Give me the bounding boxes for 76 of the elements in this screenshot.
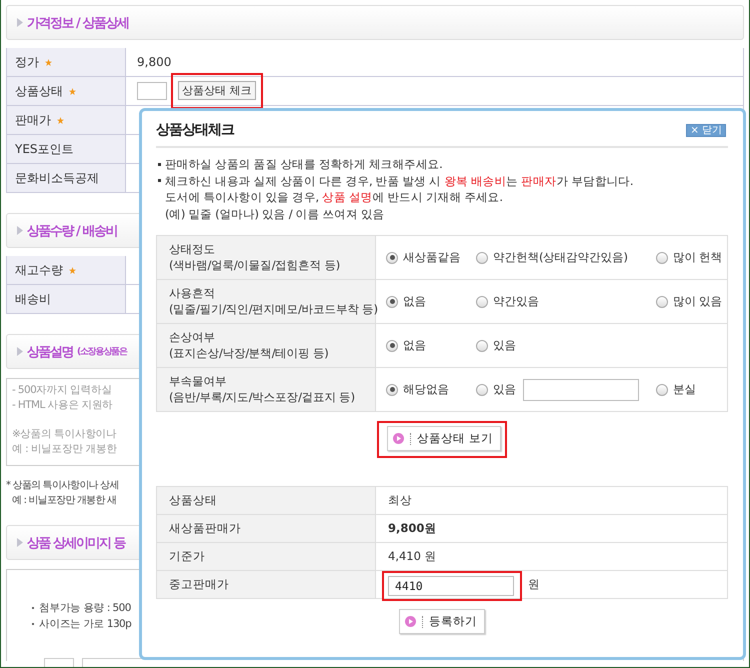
guide-text: 사이즈는 가로 130p — [39, 617, 132, 632]
hint-text: - HTML 사용은 지원하 — [12, 398, 113, 413]
triangle-icon — [17, 347, 23, 356]
radio-label: 약간헌책(상태감약간있음) — [493, 250, 628, 265]
register-button[interactable]: 등록하기 — [399, 609, 485, 634]
summary-label-cell: 기준가 — [157, 543, 376, 570]
radio-button[interactable] — [476, 296, 488, 308]
summary-label-cell: 상품상태 — [157, 487, 376, 514]
triangle-icon — [17, 18, 23, 27]
field-value: 9,800 — [137, 55, 172, 69]
radio-label: 많이 헌책 — [673, 250, 722, 265]
summary-value: 4,410 원 — [388, 549, 437, 564]
section-title: 상품설명 — [27, 344, 73, 360]
section-title: 가격정보 / 상품상세 — [27, 14, 128, 32]
play-icon — [393, 433, 404, 444]
summary-label-cell: 중고판매가 — [157, 571, 376, 598]
radio-button[interactable] — [386, 252, 398, 264]
note-text: * 상품의 특이사항이나 상세 — [6, 479, 119, 493]
field-label: 문화비소득공제 — [15, 170, 99, 186]
radio-label: 새상품같음 — [403, 250, 460, 265]
condition-label: 부속물여부 — [169, 373, 228, 389]
view-state-button[interactable]: 상품상태 보기 — [387, 426, 501, 451]
radio-button[interactable] — [386, 296, 398, 308]
condition-label: 상태정도 — [169, 241, 216, 257]
radio-button[interactable] — [386, 340, 398, 352]
summary-value: 최상 — [388, 493, 412, 508]
note-text: 예 : 비닐포장만 개봉한 새 — [11, 494, 116, 508]
input-field[interactable] — [523, 378, 639, 400]
field-label: YES포인트 — [15, 140, 74, 158]
guide-text: 첨부가능 용량 : 500 — [39, 601, 131, 616]
play-icon — [405, 616, 416, 627]
notice-text: 판매하실 상품의 품질 상태를 정확하게 체크해주세요. — [165, 156, 443, 172]
notice-text: 체크하신 내용과 실제 상품이 다른 경우, 반품 발생 시 왕복 배송비는 판매자가 부담합니다. — [165, 172, 634, 189]
radio-label: 분실 — [673, 382, 696, 397]
field-label: 배송비 — [15, 290, 51, 308]
hint-text: 예 : 비닐포장만 개봉한 — [12, 442, 117, 457]
field-label: 재고수량 — [15, 262, 63, 278]
radio-button[interactable] — [476, 384, 488, 396]
unit-label: 원 — [528, 577, 540, 592]
price-input[interactable]: 4410 — [388, 576, 514, 596]
radio-label: 해당없음 — [403, 382, 449, 397]
radio-label: 많이 있음 — [673, 294, 722, 309]
radio-button[interactable] — [476, 340, 488, 352]
field-label: 판매가 — [15, 112, 51, 128]
condition-hint: (밑줄/필기/직인/편지메모/바코드부착 등) — [169, 301, 375, 317]
check-button[interactable]: 상품상태 체크 — [178, 81, 256, 100]
radio-label: 없음 — [403, 338, 426, 353]
radio-label: 없음 — [403, 294, 426, 309]
condition-hint: (표지손상/낙장/분책/테이핑 등) — [169, 345, 330, 361]
radio-button[interactable] — [386, 384, 398, 396]
field-label: 정가 — [15, 54, 39, 70]
condition-label: 손상여부 — [169, 329, 216, 345]
field-label: 상품상태 — [15, 82, 63, 100]
radio-button[interactable] — [476, 252, 488, 264]
input-field[interactable] — [137, 82, 167, 100]
notice-text: (예) 밑줄 (얼마나) 있음 / 이름 쓰여져 있음 — [165, 206, 384, 222]
condition-label: 사용흔적 — [169, 285, 216, 301]
summary-label-cell: 새상품판매가 — [157, 515, 376, 542]
popup-title: 상품상태체크 — [156, 121, 234, 139]
hint-text: ※상품의 특이사항이나 — [12, 427, 117, 442]
radio-label: 약간있음 — [493, 294, 539, 309]
radio-label: 있음 — [493, 338, 516, 353]
radio-button[interactable] — [656, 252, 668, 264]
summary-value: 9,800원 — [388, 521, 436, 536]
radio-button[interactable] — [656, 384, 668, 396]
triangle-icon — [17, 538, 23, 547]
notice-text: 도서에 특이사항이 있을 경우, 상품 설명에 반드시 기재해 주세요. — [165, 189, 503, 206]
condition-hint: (색바램/얼룩/이물질/접힘흔적 등) — [169, 257, 341, 273]
section-title: 상품 상세이미지 등 — [27, 534, 126, 552]
section-subtitle: (소장용상품은 — [77, 346, 127, 358]
radio-label: 있음 — [493, 382, 516, 397]
triangle-icon — [17, 226, 23, 235]
hint-text: - 500자까지 입력하실 — [12, 383, 112, 398]
radio-button[interactable] — [656, 296, 668, 308]
condition-hint: (음반/부록/지도/박스포장/겉표지 등) — [169, 389, 356, 405]
section-title: 상품수량 / 배송비 — [27, 222, 117, 240]
